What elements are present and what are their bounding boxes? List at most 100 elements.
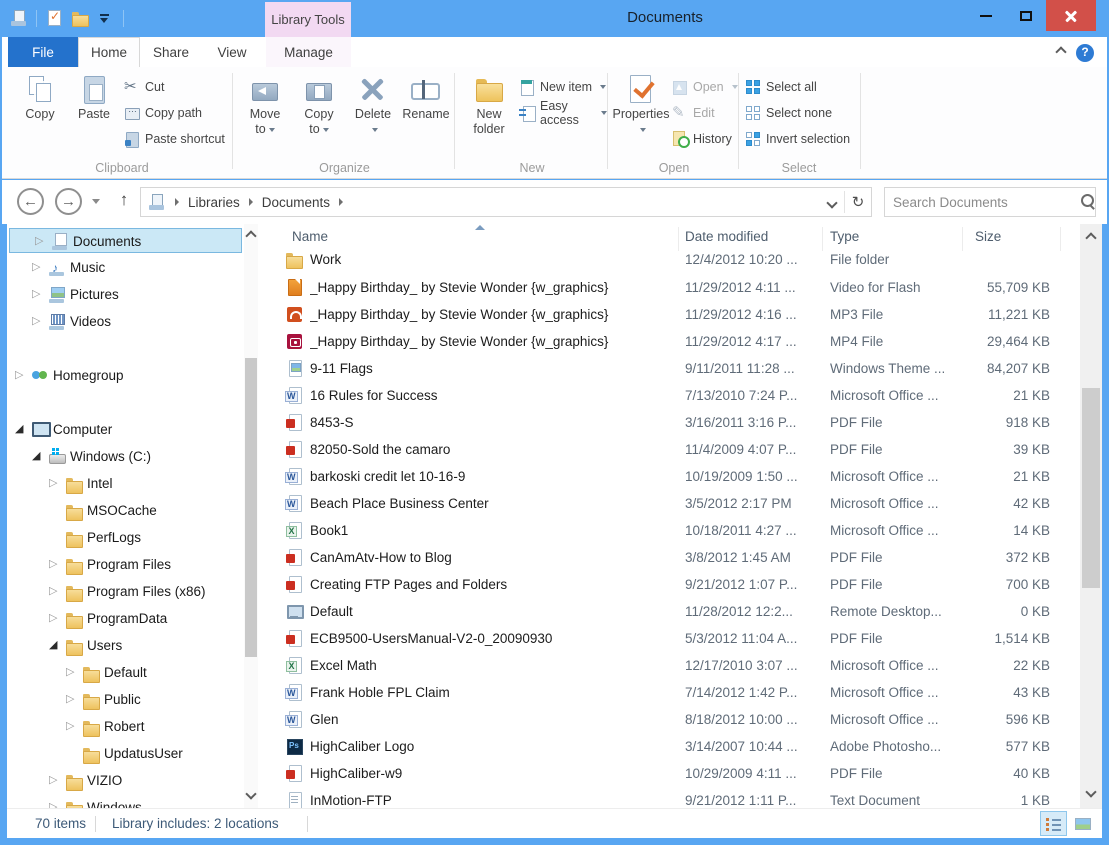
qat-properties-icon[interactable] (45, 9, 63, 27)
file-row[interactable]: Excel Math12/17/2010 3:07 ...Microsoft O… (260, 652, 1080, 679)
file-row[interactable]: _Happy Birthday_ by Stevie Wonder {w_gra… (260, 301, 1080, 328)
sidebar-item-windows[interactable]: Windows (7, 795, 244, 808)
expand-arrow-icon[interactable] (49, 606, 63, 631)
sidebar-item-updatususer[interactable]: UpdatusUser (7, 741, 244, 766)
tab-home[interactable]: Home (78, 37, 140, 67)
expand-arrow-icon[interactable] (49, 795, 63, 808)
file-row[interactable]: ECB9500-UsersManual-V2-0_200909305/3/201… (260, 625, 1080, 652)
file-row[interactable]: CanAmAtv-How to Blog3/8/2012 1:45 AMPDF … (260, 544, 1080, 571)
back-button[interactable]: ← (17, 188, 44, 215)
sidebar-item-vizio[interactable]: VIZIO (7, 768, 244, 793)
navigation-scrollbar[interactable] (244, 224, 258, 808)
sidebar-item-documents[interactable]: Documents (9, 228, 242, 253)
file-row[interactable]: Glen8/18/2012 10:00 ...Microsoft Office … (260, 706, 1080, 733)
new-item-button[interactable]: New item (519, 75, 606, 99)
copy-to-button[interactable]: Copy to (293, 71, 345, 155)
expand-arrow-icon[interactable] (15, 363, 29, 388)
expand-arrow-icon[interactable] (32, 255, 46, 280)
file-row[interactable]: 8453-S3/16/2011 3:16 P...PDF File918 KB (260, 409, 1080, 436)
details-view-button[interactable] (1040, 811, 1067, 836)
rename-button[interactable]: Rename (399, 71, 453, 155)
recent-locations-dropdown[interactable] (92, 199, 100, 204)
search-icon[interactable] (1078, 191, 1100, 213)
sidebar-item-users[interactable]: Users (7, 633, 244, 658)
sidebar-item-program-files-x86[interactable]: Program Files (x86) (7, 579, 244, 604)
copy-button[interactable]: Copy (14, 71, 66, 155)
file-row[interactable]: 82050-Sold the camaro11/4/2009 4:07 P...… (260, 436, 1080, 463)
file-row[interactable]: _Happy Birthday_ by Stevie Wonder {w_gra… (260, 328, 1080, 355)
file-row[interactable]: Creating FTP Pages and Folders9/21/2012 … (260, 571, 1080, 598)
tab-share[interactable]: Share (140, 37, 202, 67)
file-row[interactable]: InMotion-FTP9/21/2012 1:11 P...Text Docu… (260, 787, 1080, 808)
file-row[interactable]: Frank Hoble FPL Claim7/14/2012 1:42 P...… (260, 679, 1080, 706)
move-to-button[interactable]: Move to (239, 71, 291, 155)
expand-arrow-icon[interactable] (49, 552, 63, 577)
scrollbar-thumb[interactable] (1082, 388, 1100, 588)
sidebar-item-robert[interactable]: Robert (7, 714, 244, 739)
file-row[interactable]: 16 Rules for Success7/13/2010 7:24 P...M… (260, 382, 1080, 409)
collapse-ribbon-button[interactable] (1052, 45, 1070, 59)
expand-arrow-icon[interactable] (35, 229, 49, 254)
collapse-arrow-icon[interactable] (49, 633, 63, 658)
maximize-button[interactable] (1006, 0, 1046, 31)
expand-arrow-icon[interactable] (49, 471, 63, 496)
sidebar-item-msocache[interactable]: MSOCache (7, 498, 244, 523)
scrollbar-thumb[interactable] (245, 358, 257, 657)
tab-file[interactable]: File (8, 37, 78, 67)
sidebar-item-intel[interactable]: Intel (7, 471, 244, 496)
address-bar[interactable]: Libraries Documents ↻ (140, 187, 872, 217)
column-header-size[interactable]: Size (975, 229, 1001, 244)
address-dropdown-button[interactable] (820, 195, 844, 210)
select-none-button[interactable]: Select none (745, 101, 832, 125)
minimize-button[interactable] (966, 0, 1006, 31)
easy-access-button[interactable]: Easy access (519, 101, 607, 125)
column-header-name[interactable]: Name (292, 229, 328, 244)
sidebar-item-programdata[interactable]: ProgramData (7, 606, 244, 631)
explorer-icon[interactable] (10, 9, 28, 27)
column-divider[interactable] (822, 227, 823, 251)
search-input[interactable] (885, 195, 1078, 210)
file-row[interactable]: barkoski credit let 10-16-910/19/2009 1:… (260, 463, 1080, 490)
qat-dropdown-icon[interactable] (97, 9, 115, 27)
file-row[interactable]: _Happy Birthday_ by Stevie Wonder {w_gra… (260, 274, 1080, 301)
sidebar-item-computer[interactable]: Computer (7, 417, 244, 442)
sidebar-item-program-files[interactable]: Program Files (7, 552, 244, 577)
forward-button[interactable]: → (55, 188, 82, 215)
up-button[interactable]: ↑ (112, 190, 136, 214)
expand-arrow-icon[interactable] (49, 579, 63, 604)
select-all-button[interactable]: Select all (745, 75, 817, 99)
sidebar-item-videos[interactable]: Videos (7, 309, 244, 334)
list-scrollbar[interactable] (1080, 224, 1102, 808)
file-row[interactable]: Beach Place Business Center3/5/2012 2:17… (260, 490, 1080, 517)
sidebar-item-perflogs[interactable]: PerfLogs (7, 525, 244, 550)
scroll-down-icon[interactable] (245, 788, 256, 799)
expand-arrow-icon[interactable] (66, 660, 80, 685)
sidebar-item-default[interactable]: Default (7, 660, 244, 685)
copy-path-button[interactable]: Copy path (124, 101, 202, 125)
help-button[interactable] (1076, 44, 1094, 62)
expand-arrow-icon[interactable] (32, 282, 46, 307)
sidebar-item-homegroup[interactable]: Homegroup (7, 363, 244, 388)
column-divider[interactable] (962, 227, 963, 251)
sidebar-item-windows-c[interactable]: Windows (C:) (7, 444, 244, 469)
cut-button[interactable]: Cut (124, 75, 164, 99)
sidebar-item-music[interactable]: Music (7, 255, 244, 280)
sidebar-item-pictures[interactable]: Pictures (7, 282, 244, 307)
collapse-arrow-icon[interactable] (32, 444, 46, 469)
expand-arrow-icon[interactable] (66, 687, 80, 712)
scroll-up-icon[interactable] (245, 230, 256, 241)
tab-view[interactable]: View (202, 37, 262, 67)
delete-button[interactable]: Delete (347, 71, 399, 155)
column-divider[interactable] (1060, 227, 1061, 251)
tab-manage[interactable]: Manage (266, 37, 351, 67)
expand-arrow-icon[interactable] (49, 768, 63, 793)
properties-button[interactable]: Properties (612, 71, 670, 155)
file-row[interactable]: Work12/4/2012 10:20 ...File folder (260, 253, 1080, 273)
qat-new-folder-icon[interactable] (71, 9, 89, 27)
expand-arrow-icon[interactable] (66, 714, 80, 739)
file-row[interactable]: HighCaliber Logo3/14/2007 10:44 ...Adobe… (260, 733, 1080, 760)
column-divider[interactable] (678, 227, 679, 251)
scroll-down-icon[interactable] (1085, 786, 1096, 797)
scroll-up-icon[interactable] (1085, 232, 1096, 243)
file-row[interactable]: Default11/28/2012 12:2...Remote Desktop.… (260, 598, 1080, 625)
